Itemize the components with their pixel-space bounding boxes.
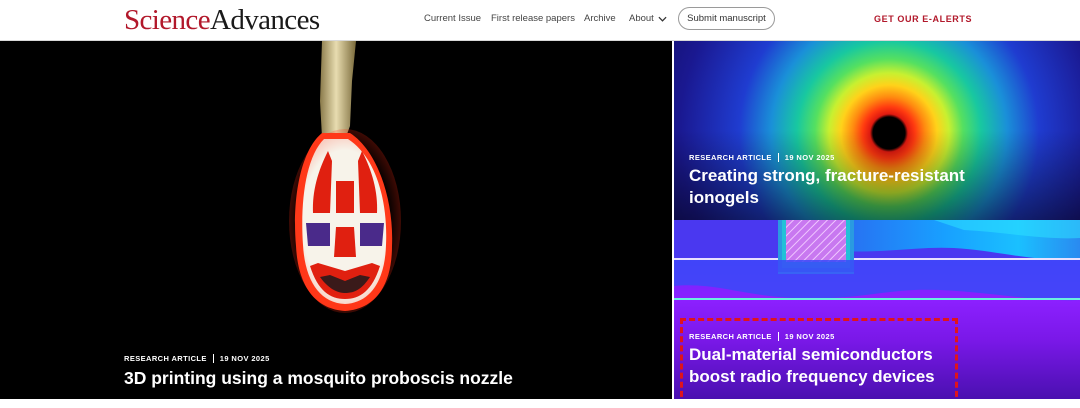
title-line-2: ionogels bbox=[689, 188, 759, 207]
submit-manuscript-button[interactable]: Submit manuscript bbox=[678, 7, 775, 30]
nav-archive[interactable]: Archive bbox=[584, 13, 616, 25]
nav-about-label: About bbox=[629, 13, 654, 24]
hero-side-article-ionogels[interactable]: RESEARCH ARTICLE 19 NOV 2025 Creating st… bbox=[674, 41, 1080, 220]
hero-side-top-meta: RESEARCH ARTICLE 19 NOV 2025 bbox=[689, 153, 835, 162]
article-date: 19 NOV 2025 bbox=[784, 332, 835, 341]
title-line-2: boost radio frequency devices bbox=[689, 367, 935, 386]
hero-main-meta: RESEARCH ARTICLE 19 NOV 2025 bbox=[124, 354, 270, 363]
hero-side-bottom-meta: RESEARCH ARTICLE 19 NOV 2025 bbox=[689, 332, 835, 341]
nav-first-release-papers[interactable]: First release papers bbox=[491, 13, 575, 25]
get-e-alerts-link[interactable]: GET OUR E-ALERTS bbox=[874, 14, 972, 24]
nav-current-issue[interactable]: Current Issue bbox=[424, 13, 481, 25]
title-line-1: Dual-material semiconductors bbox=[689, 345, 933, 364]
hero-side-top-title[interactable]: Creating strong, fracture-resistant iono… bbox=[689, 165, 965, 209]
site-header: ScienceAdvances Current Issue First rele… bbox=[0, 0, 1080, 41]
logo-advances: Advances bbox=[209, 4, 320, 36]
hero-main-article[interactable]: RESEARCH ARTICLE 19 NOV 2025 3D printing… bbox=[0, 41, 672, 399]
article-date: 19 NOV 2025 bbox=[784, 153, 835, 162]
article-type: RESEARCH ARTICLE bbox=[124, 354, 207, 363]
meta-divider bbox=[777, 332, 779, 341]
logo-science: Science bbox=[124, 4, 211, 36]
hero-side-bottom-title[interactable]: Dual-material semiconductors boost radio… bbox=[689, 344, 935, 388]
meta-divider bbox=[777, 153, 779, 162]
hero-side-article-semiconductors[interactable]: RESEARCH ARTICLE 19 NOV 2025 Dual-materi… bbox=[674, 220, 1080, 399]
page-bottom-strip bbox=[0, 399, 1080, 408]
site-logo[interactable]: ScienceAdvances bbox=[124, 4, 320, 36]
hero-main-title[interactable]: 3D printing using a mosquito proboscis n… bbox=[124, 367, 513, 389]
article-type: RESEARCH ARTICLE bbox=[689, 153, 772, 162]
nav-about[interactable]: About bbox=[629, 13, 667, 25]
chevron-down-icon bbox=[658, 16, 667, 22]
article-date: 19 NOV 2025 bbox=[219, 354, 270, 363]
article-type: RESEARCH ARTICLE bbox=[689, 332, 772, 341]
title-line-1: Creating strong, fracture-resistant bbox=[689, 166, 965, 185]
meta-divider bbox=[212, 354, 214, 363]
